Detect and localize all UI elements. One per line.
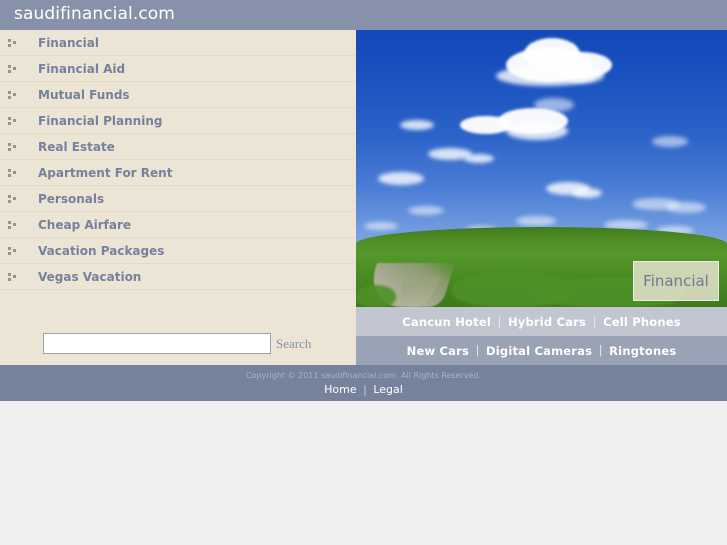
footer-links: Home | Legal bbox=[0, 383, 727, 396]
sidebar-item-real-estate[interactable]: Real Estate bbox=[0, 134, 356, 160]
search-area: Search bbox=[0, 316, 356, 365]
hero-image: Financial bbox=[356, 30, 727, 307]
sidebar: Financial Financial Aid Mutual Funds Fin… bbox=[0, 30, 356, 365]
ad-link-new-cars[interactable]: New Cars bbox=[407, 344, 469, 358]
cloud-shape bbox=[534, 98, 574, 112]
sidebar-item-label: Personals bbox=[38, 192, 105, 206]
cloud-shape bbox=[572, 188, 602, 198]
sidebar-item-label: Vacation Packages bbox=[38, 244, 165, 258]
sidebar-item-cheap-airfare[interactable]: Cheap Airfare bbox=[0, 212, 356, 238]
ad-link-digital-cameras[interactable]: Digital Cameras bbox=[486, 344, 592, 358]
ad-linkbar-row-1: Cancun Hotel | Hybrid Cars | Cell Phones bbox=[356, 307, 727, 336]
sidebar-item-financial[interactable]: Financial bbox=[0, 30, 356, 56]
bullet-squares-icon bbox=[8, 39, 19, 48]
copyright-text: Copyright © 2011 saudifinancial.com. All… bbox=[245, 371, 482, 380]
grass-tuft bbox=[356, 285, 396, 307]
sidebar-nav-list: Financial Financial Aid Mutual Funds Fin… bbox=[0, 30, 356, 290]
bullet-squares-icon bbox=[8, 247, 19, 256]
ad-link-cell-phones[interactable]: Cell Phones bbox=[603, 315, 681, 329]
cloud-shape bbox=[652, 136, 688, 147]
ad-linkbar-row-2: New Cars | Digital Cameras | Ringtones bbox=[356, 336, 727, 365]
bullet-squares-icon bbox=[8, 169, 19, 178]
page-background-area bbox=[0, 401, 727, 545]
site-title: saudifinancial.com bbox=[14, 4, 175, 24]
link-separator: | bbox=[497, 315, 501, 328]
cloud-shape bbox=[564, 68, 604, 83]
link-separator: | bbox=[363, 383, 367, 396]
cloud-shape bbox=[408, 206, 444, 215]
cloud-shape bbox=[666, 202, 706, 213]
cloud-shape bbox=[400, 120, 434, 130]
link-separator: | bbox=[476, 344, 479, 357]
sidebar-item-apartment-for-rent[interactable]: Apartment For Rent bbox=[0, 160, 356, 186]
site-footer: Copyright © 2011 saudifinancial.com. All… bbox=[0, 365, 727, 401]
ad-link-cancun-hotel[interactable]: Cancun Hotel bbox=[402, 315, 491, 329]
cloud-shape bbox=[378, 172, 424, 185]
bullet-squares-icon bbox=[8, 143, 19, 152]
bullet-squares-icon bbox=[8, 273, 19, 282]
sidebar-item-label: Mutual Funds bbox=[38, 88, 130, 102]
sidebar-item-personals[interactable]: Personals bbox=[0, 186, 356, 212]
sidebar-item-mutual-funds[interactable]: Mutual Funds bbox=[0, 82, 356, 108]
link-separator: | bbox=[599, 344, 603, 357]
search-button[interactable]: Search bbox=[276, 336, 311, 352]
hero-badge-label: Financial bbox=[643, 272, 709, 290]
site-header: saudifinancial.com bbox=[0, 0, 727, 30]
ad-link-ringtones[interactable]: Ringtones bbox=[609, 344, 676, 358]
bullet-squares-icon bbox=[8, 195, 19, 204]
hero-badge: Financial bbox=[633, 261, 719, 301]
link-separator: | bbox=[593, 315, 597, 328]
footer-link-home[interactable]: Home bbox=[324, 383, 356, 396]
sidebar-item-financial-planning[interactable]: Financial Planning bbox=[0, 108, 356, 134]
sidebar-item-vegas-vacation[interactable]: Vegas Vacation bbox=[0, 264, 356, 290]
sidebar-item-vacation-packages[interactable]: Vacation Packages bbox=[0, 238, 356, 264]
cloud-shape bbox=[460, 116, 512, 134]
bullet-squares-icon bbox=[8, 65, 19, 74]
cloud-shape bbox=[464, 154, 494, 163]
cloud-shape bbox=[506, 122, 568, 140]
sidebar-item-label: Vegas Vacation bbox=[38, 270, 142, 284]
sidebar-item-label: Financial Planning bbox=[38, 114, 163, 128]
hero-column: Financial Cancun Hotel | Hybrid Cars | C… bbox=[356, 30, 727, 365]
footer-link-legal[interactable]: Legal bbox=[373, 383, 402, 396]
sidebar-item-financial-aid[interactable]: Financial Aid bbox=[0, 56, 356, 82]
sidebar-item-label: Cheap Airfare bbox=[38, 218, 132, 232]
cloud-shape bbox=[364, 222, 398, 230]
bullet-squares-icon bbox=[8, 117, 19, 126]
cloud-shape bbox=[516, 216, 556, 226]
ad-link-hybrid-cars[interactable]: Hybrid Cars bbox=[508, 315, 586, 329]
sidebar-item-label: Real Estate bbox=[38, 140, 115, 154]
page-root: saudifinancial.com Financial Financial A… bbox=[0, 0, 727, 545]
bullet-squares-icon bbox=[8, 91, 19, 100]
search-input[interactable] bbox=[43, 333, 271, 354]
sidebar-item-label: Financial bbox=[38, 36, 99, 50]
sidebar-item-label: Apartment For Rent bbox=[38, 166, 173, 180]
page-body: Financial Financial Aid Mutual Funds Fin… bbox=[0, 30, 727, 365]
sidebar-item-label: Financial Aid bbox=[38, 62, 126, 76]
bullet-squares-icon bbox=[8, 221, 19, 230]
